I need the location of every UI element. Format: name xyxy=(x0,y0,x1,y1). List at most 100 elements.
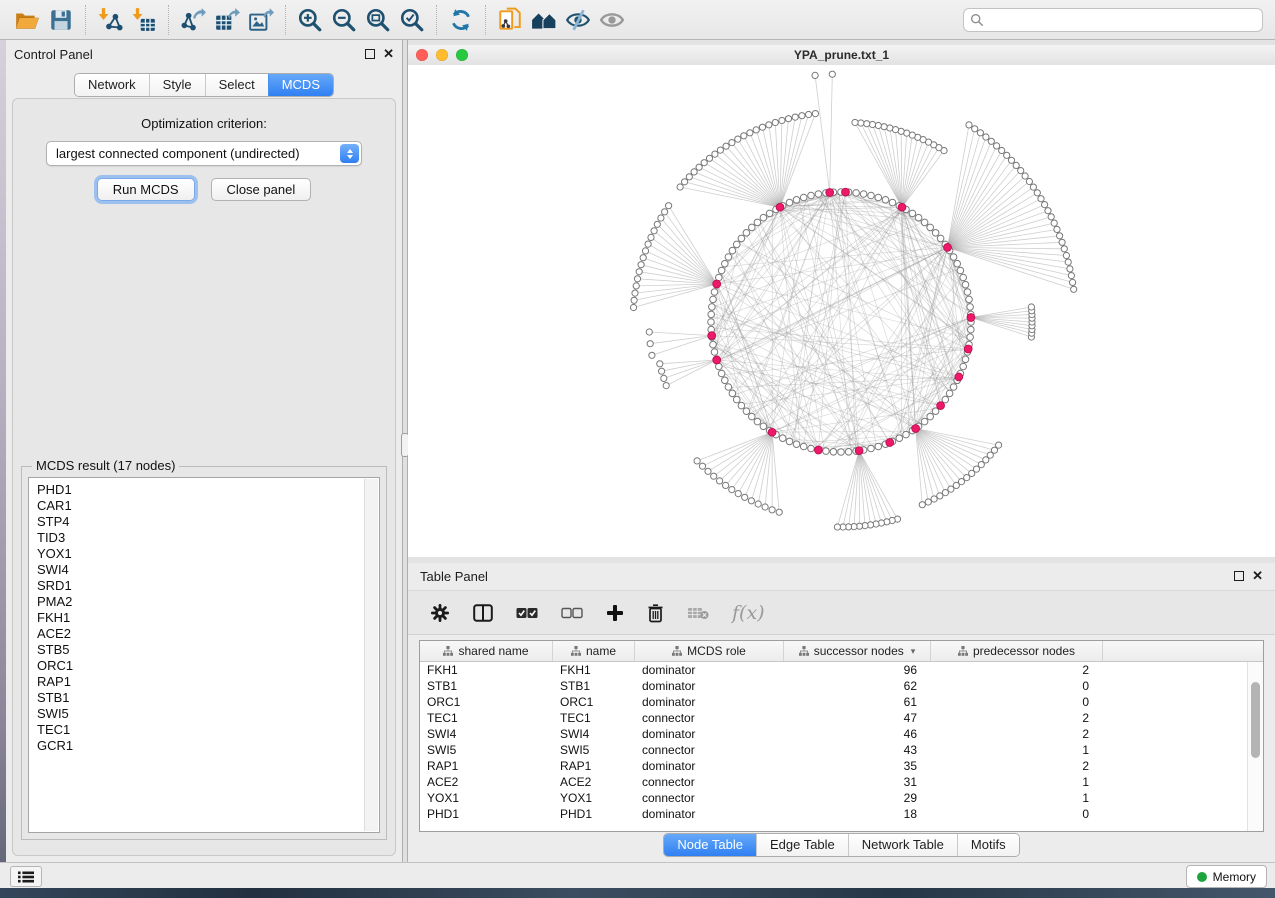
graph-node[interactable] xyxy=(738,235,745,242)
graph-node[interactable] xyxy=(663,383,669,389)
graph-node[interactable] xyxy=(710,296,717,303)
export-image-button[interactable] xyxy=(244,5,278,35)
result-list-scrollbar[interactable] xyxy=(364,479,378,831)
graph-node[interactable] xyxy=(712,151,718,157)
graph-node[interactable] xyxy=(946,390,953,397)
graph-node[interactable] xyxy=(1038,196,1044,202)
graph-node[interactable] xyxy=(1030,184,1036,190)
mcds-node[interactable] xyxy=(886,439,894,447)
graph-node[interactable] xyxy=(954,260,961,267)
graph-node[interactable] xyxy=(691,169,697,175)
zoom-selected-button[interactable] xyxy=(395,5,429,35)
graph-node[interactable] xyxy=(694,458,700,464)
graph-node[interactable] xyxy=(815,191,822,198)
graph-node[interactable] xyxy=(779,117,785,123)
mcds-result-item[interactable]: YOX1 xyxy=(37,546,379,562)
graph-node[interactable] xyxy=(994,143,1000,149)
column-header-successor-nodes[interactable]: successor nodes▾ xyxy=(784,641,931,661)
run-mcds-button[interactable]: Run MCDS xyxy=(97,178,195,201)
show-panels-menu-button[interactable] xyxy=(10,866,42,887)
tab-node-table[interactable]: Node Table xyxy=(664,834,756,856)
graph-node[interactable] xyxy=(808,445,815,452)
graph-node[interactable] xyxy=(749,413,756,420)
graph-node[interactable] xyxy=(962,356,969,363)
graph-node[interactable] xyxy=(1008,157,1014,163)
graph-node[interactable] xyxy=(709,304,716,311)
mcds-result-item[interactable]: STB5 xyxy=(37,642,379,658)
graph-node[interactable] xyxy=(753,127,759,133)
mcds-node[interactable] xyxy=(898,203,906,211)
graph-node[interactable] xyxy=(875,194,882,201)
mcds-node[interactable] xyxy=(944,244,952,252)
graph-node[interactable] xyxy=(909,210,916,217)
graph-node[interactable] xyxy=(1051,220,1057,226)
mcds-node[interactable] xyxy=(708,332,716,340)
graph-node[interactable] xyxy=(793,197,800,204)
table-row[interactable]: YOX1YOX1connector291 xyxy=(420,790,1248,806)
graph-node[interactable] xyxy=(808,192,815,199)
graph-node[interactable] xyxy=(710,341,717,348)
graph-node[interactable] xyxy=(864,121,870,127)
graph-node[interactable] xyxy=(718,267,725,274)
graph-node[interactable] xyxy=(754,219,761,226)
table-row[interactable]: ORC1ORC1dominator610 xyxy=(420,694,1248,710)
graph-node[interactable] xyxy=(931,496,937,502)
graph-node[interactable] xyxy=(875,122,881,128)
graph-node[interactable] xyxy=(983,134,989,140)
graph-node[interactable] xyxy=(967,304,974,311)
graph-node[interactable] xyxy=(950,384,957,391)
graph-node[interactable] xyxy=(812,111,818,117)
network-home-button[interactable] xyxy=(527,5,561,35)
graph-node[interactable] xyxy=(1004,152,1010,158)
graph-node[interactable] xyxy=(642,248,648,254)
graph-node[interactable] xyxy=(887,125,893,131)
graph-node[interactable] xyxy=(662,209,668,215)
graph-node[interactable] xyxy=(1028,304,1034,310)
graph-node[interactable] xyxy=(881,124,887,130)
graph-node[interactable] xyxy=(806,111,812,117)
table-row[interactable]: TEC1TEC1connector472 xyxy=(420,710,1248,726)
graph-node[interactable] xyxy=(950,254,957,261)
tab-network-table[interactable]: Network Table xyxy=(848,834,957,856)
graph-node[interactable] xyxy=(631,297,637,303)
graph-node[interactable] xyxy=(634,276,640,282)
duplicate-network-button[interactable] xyxy=(493,5,527,35)
tab-edge-table[interactable]: Edge Table xyxy=(756,834,848,856)
table-row[interactable]: SWI5SWI5connector431 xyxy=(420,742,1248,758)
graph-node[interactable] xyxy=(852,119,858,125)
column-header-predecessor-nodes[interactable]: predecessor nodes xyxy=(931,641,1103,661)
table-row[interactable]: ACE2ACE2connector311 xyxy=(420,774,1248,790)
mcds-node[interactable] xyxy=(815,446,823,454)
graph-node[interactable] xyxy=(966,122,972,128)
graph-node[interactable] xyxy=(942,490,948,496)
graph-node[interactable] xyxy=(921,418,928,425)
graph-node[interactable] xyxy=(823,448,830,455)
graph-node[interactable] xyxy=(925,499,931,505)
float-panel-icon[interactable] xyxy=(1234,571,1244,581)
graph-node[interactable] xyxy=(717,147,723,153)
graph-node[interactable] xyxy=(648,234,654,240)
graph-node[interactable] xyxy=(834,524,840,530)
column-header-shared-name[interactable]: shared name xyxy=(420,641,553,661)
graph-node[interactable] xyxy=(919,502,925,508)
mcds-result-item[interactable]: SWI4 xyxy=(37,562,379,578)
tab-select[interactable]: Select xyxy=(205,74,268,96)
graph-node[interactable] xyxy=(1045,208,1051,214)
graph-node[interactable] xyxy=(1068,273,1074,279)
graph-node[interactable] xyxy=(882,197,889,204)
export-network-button[interactable] xyxy=(176,5,210,35)
graph-node[interactable] xyxy=(800,194,807,201)
mcds-node[interactable] xyxy=(713,280,721,288)
graph-node[interactable] xyxy=(754,418,761,425)
graph-node[interactable] xyxy=(927,413,934,420)
close-panel-icon[interactable]: ✕ xyxy=(383,49,394,59)
import-table-button[interactable] xyxy=(127,5,161,35)
graph-node[interactable] xyxy=(812,72,818,78)
mcds-result-item[interactable]: ACE2 xyxy=(37,626,379,642)
graph-node[interactable] xyxy=(1065,259,1071,265)
mcds-result-item[interactable]: STP4 xyxy=(37,514,379,530)
graph-node[interactable] xyxy=(957,267,964,274)
mcds-node[interactable] xyxy=(768,428,776,436)
graph-node[interactable] xyxy=(725,384,732,391)
graph-node[interactable] xyxy=(677,184,683,190)
